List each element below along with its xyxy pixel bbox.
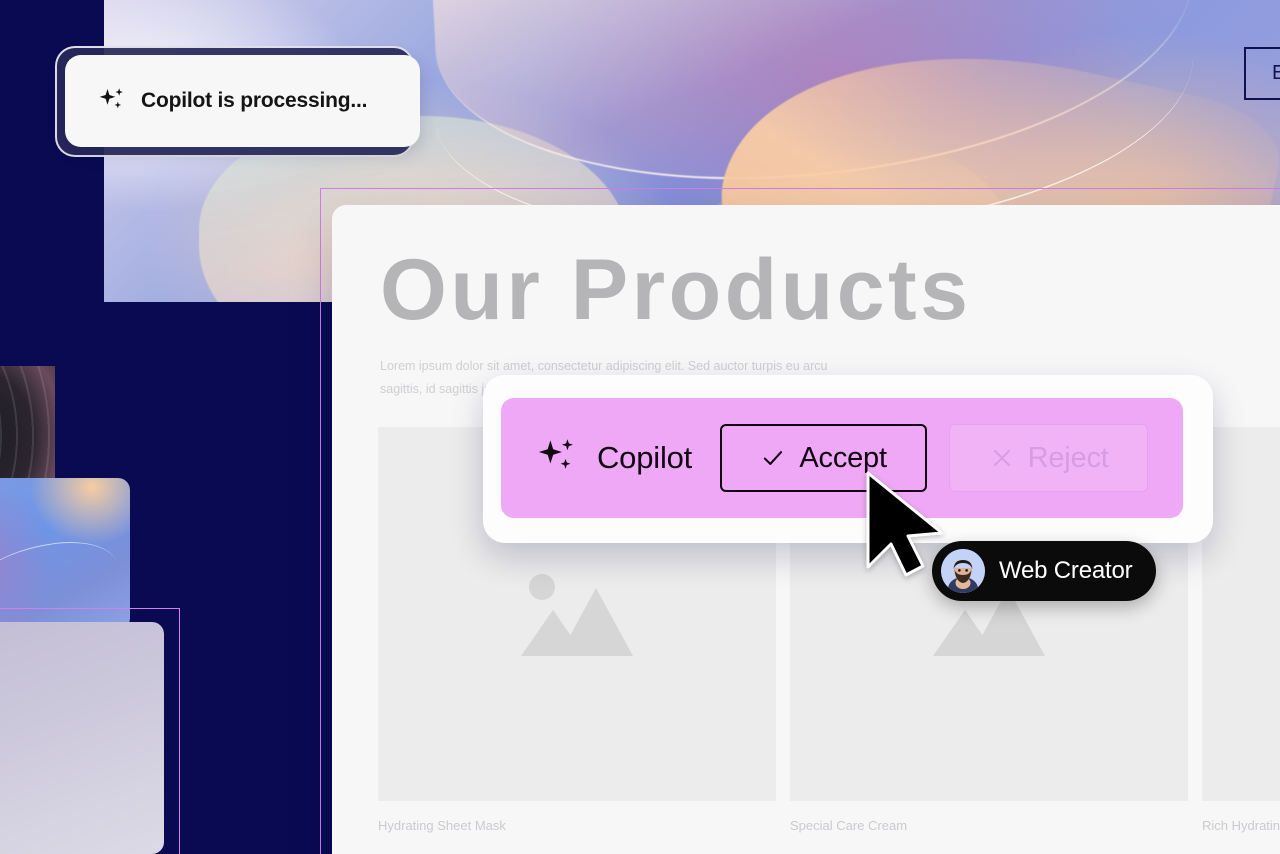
- product-name: Rich Hydratin: [1202, 818, 1280, 833]
- cursor-user-label: Web Creator: [932, 541, 1157, 601]
- copilot-brand-label: Copilot: [597, 440, 693, 475]
- close-icon: [993, 449, 1010, 467]
- placeholder-peak-large: [559, 588, 633, 656]
- edit-button[interactable]: E: [1244, 47, 1280, 100]
- cursor-user-name: Web Creator: [999, 557, 1133, 584]
- image-placeholder-icon: [521, 572, 633, 656]
- copilot-action-bar: Copilot Accept Reject: [501, 398, 1183, 518]
- accept-button-label: Accept: [799, 441, 887, 474]
- product-name: Special Care Cream: [790, 818, 908, 833]
- user-avatar-icon: [941, 549, 985, 593]
- decorative-gray-card: [0, 622, 164, 854]
- check-icon: [764, 451, 783, 465]
- accept-button[interactable]: Accept: [720, 424, 928, 492]
- copilot-processing-toast: Copilot is processing...: [65, 55, 420, 147]
- avatar: [941, 549, 985, 593]
- sparkle-icon: [538, 439, 573, 469]
- copilot-brand: Copilot: [523, 436, 698, 480]
- toast-message: Copilot is processing...: [141, 89, 368, 112]
- product-name: Hydrating Sheet Mask: [378, 818, 506, 833]
- reject-button-label: Reject: [1027, 441, 1109, 474]
- placeholder-dot: [529, 574, 555, 600]
- screen: Our Products Lorem ipsum dolor sit amet,…: [0, 0, 1280, 854]
- sparkle-icon: [99, 88, 123, 109]
- reject-button[interactable]: Reject: [949, 424, 1149, 492]
- decorative-gradient-image: [0, 478, 130, 630]
- product-thumbnail[interactable]: [1202, 427, 1280, 801]
- product-card[interactable]: Rich Hydratin: [1202, 427, 1280, 833]
- page-title: Our Products: [380, 242, 972, 338]
